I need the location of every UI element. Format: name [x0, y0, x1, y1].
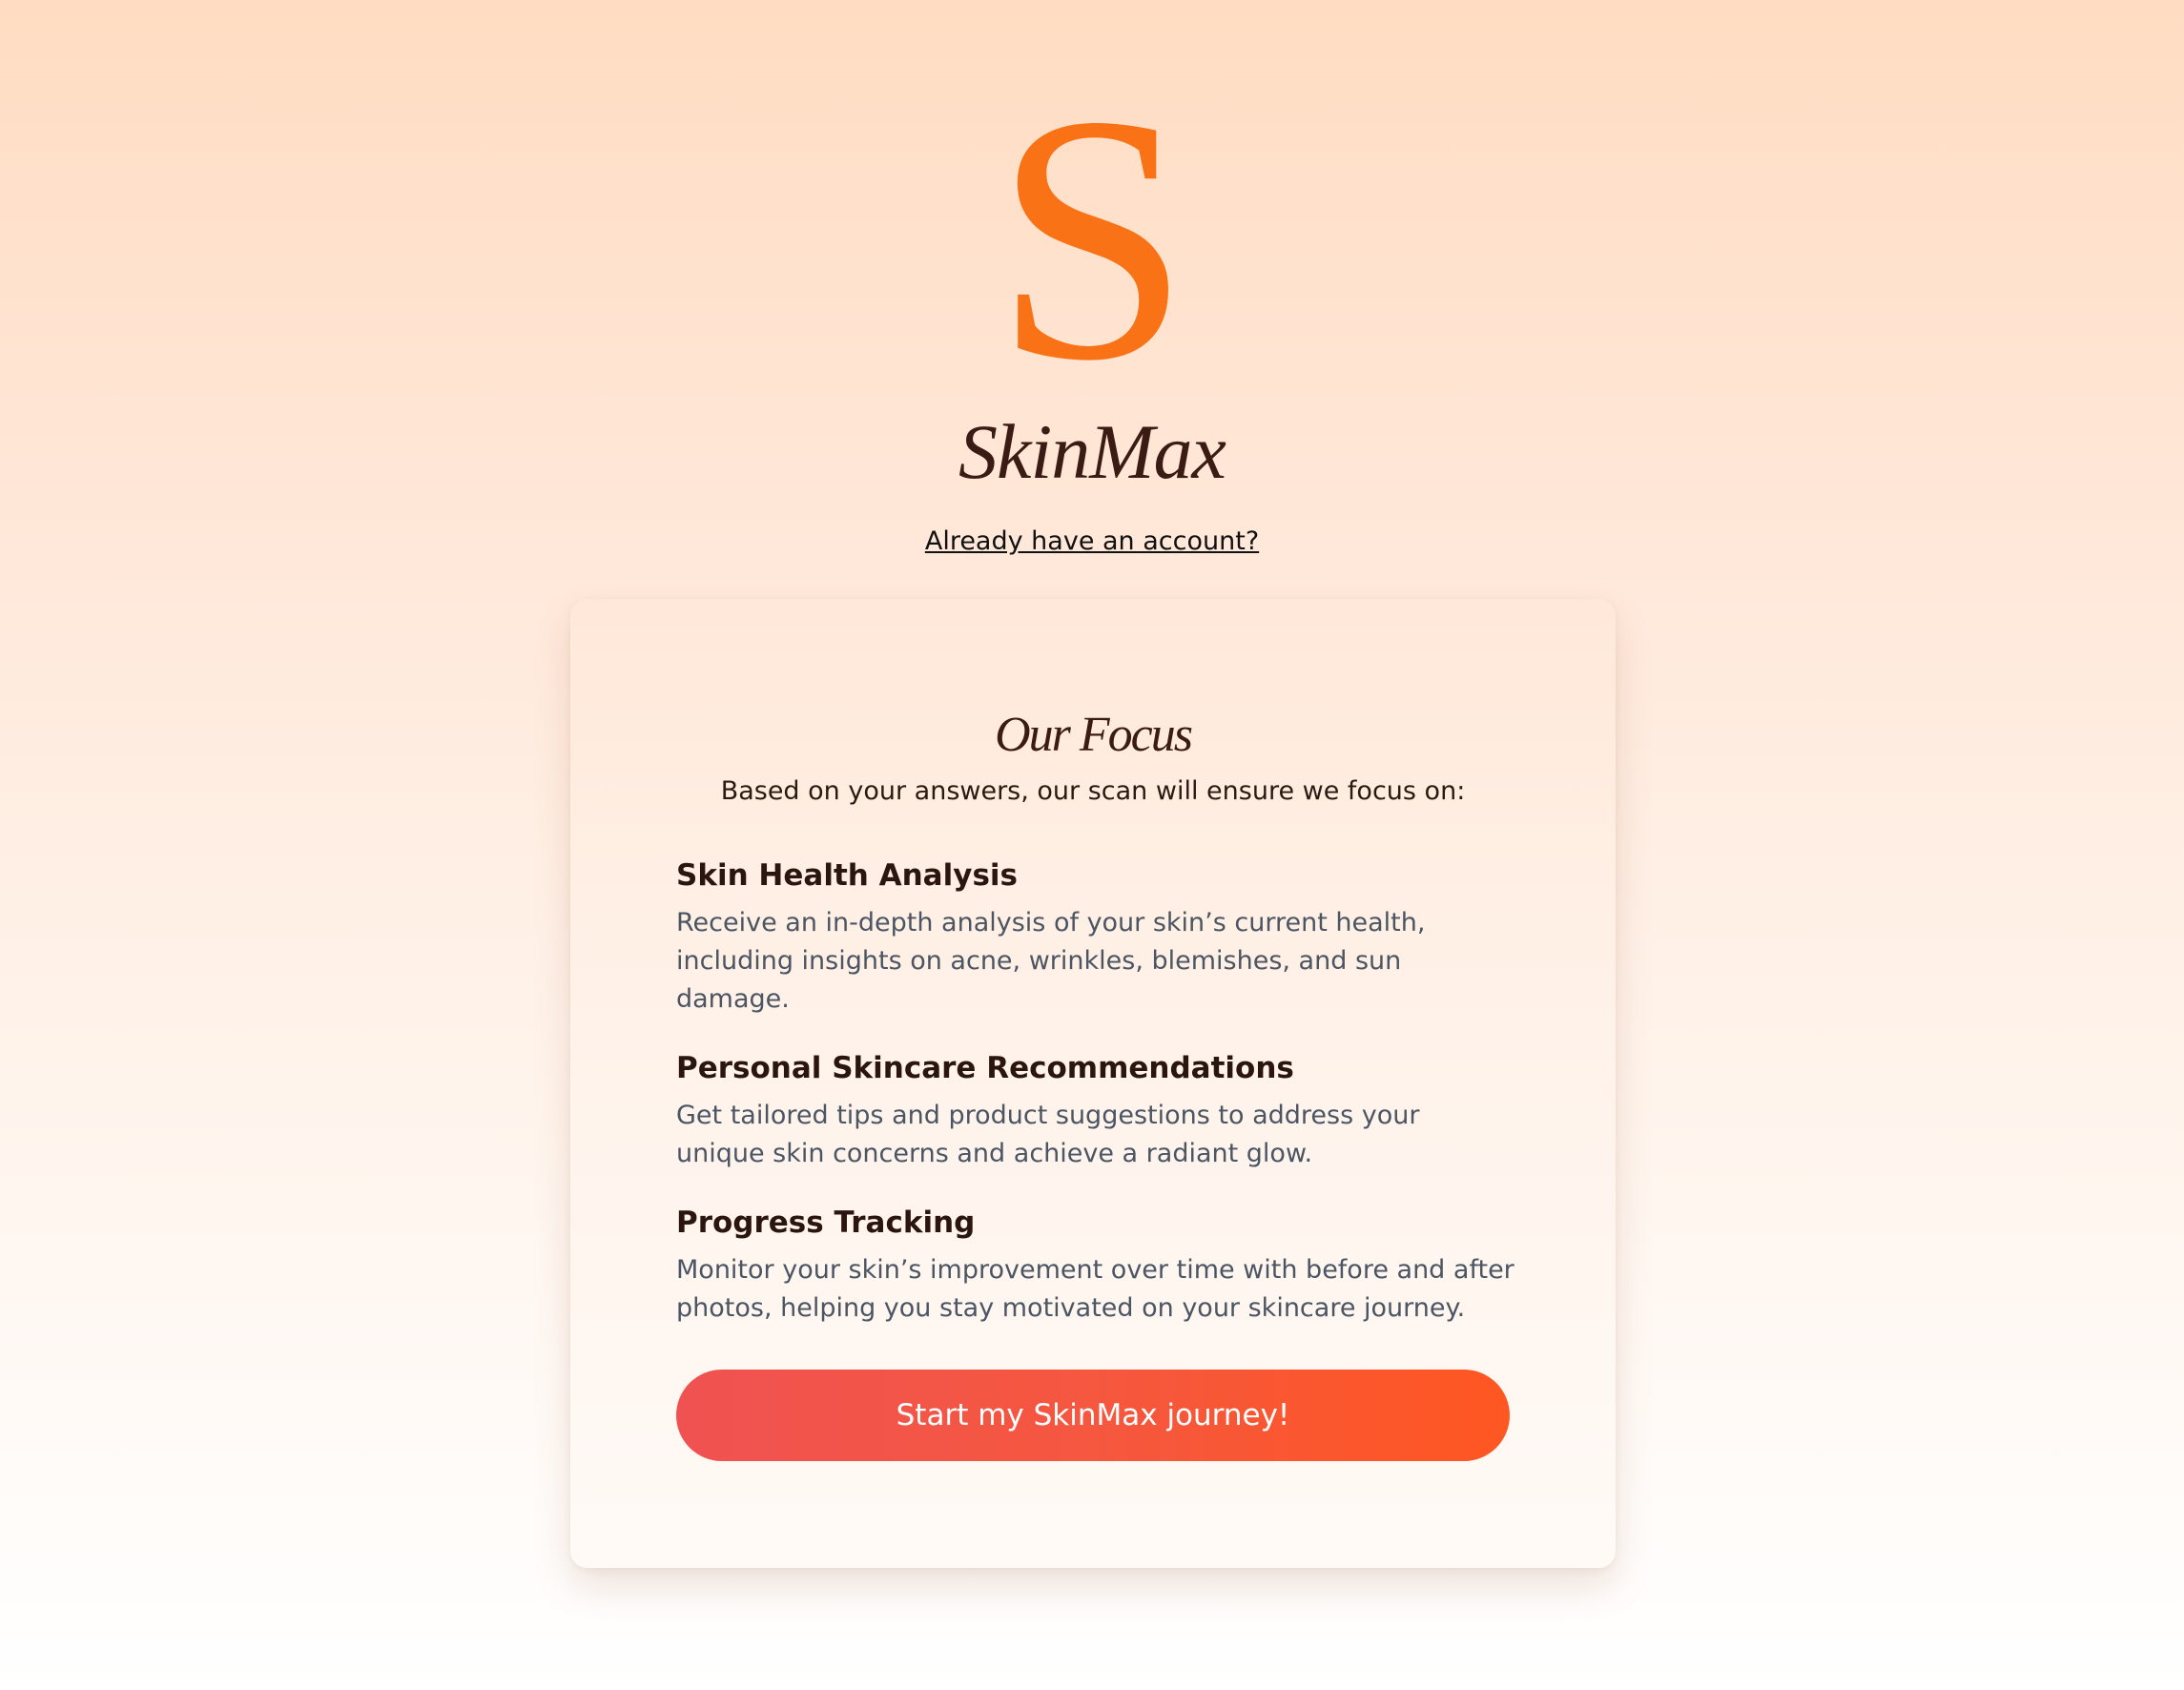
- focus-card: Our Focus Based on your answers, our sca…: [570, 599, 1616, 1568]
- feature-item: Skin Health Analysis Receive an in-depth…: [676, 855, 1515, 1019]
- feature-list: Skin Health Analysis Receive an in-depth…: [676, 855, 1515, 1356]
- logo: S: [0, 43, 2184, 434]
- card-subtitle: Based on your answers, our scan will ens…: [720, 776, 1466, 806]
- card-title: Our Focus: [995, 708, 1193, 762]
- feature-item: Progress Tracking Monitor your skin’s im…: [676, 1202, 1515, 1328]
- feature-item: Personal Skincare Recommendations Get ta…: [676, 1047, 1515, 1173]
- feature-title: Personal Skincare Recommendations: [676, 1051, 1294, 1085]
- login-link-container: Already have an account?: [0, 523, 2184, 561]
- start-journey-button[interactable]: Start my SkinMax journey!: [676, 1370, 1510, 1461]
- feature-description: Receive an in-depth analysis of your ski…: [676, 908, 1426, 1014]
- login-link[interactable]: Already have an account?: [925, 526, 1259, 556]
- feature-title: Progress Tracking: [676, 1206, 976, 1240]
- feature-title: Skin Health Analysis: [676, 858, 1018, 893]
- feature-description: Monitor your skin’s improvement over tim…: [676, 1255, 1514, 1323]
- brand-name: SkinMax: [958, 408, 1226, 495]
- logo-mark: S: [994, 43, 1190, 434]
- feature-description: Get tailored tips and product suggestion…: [676, 1101, 1420, 1168]
